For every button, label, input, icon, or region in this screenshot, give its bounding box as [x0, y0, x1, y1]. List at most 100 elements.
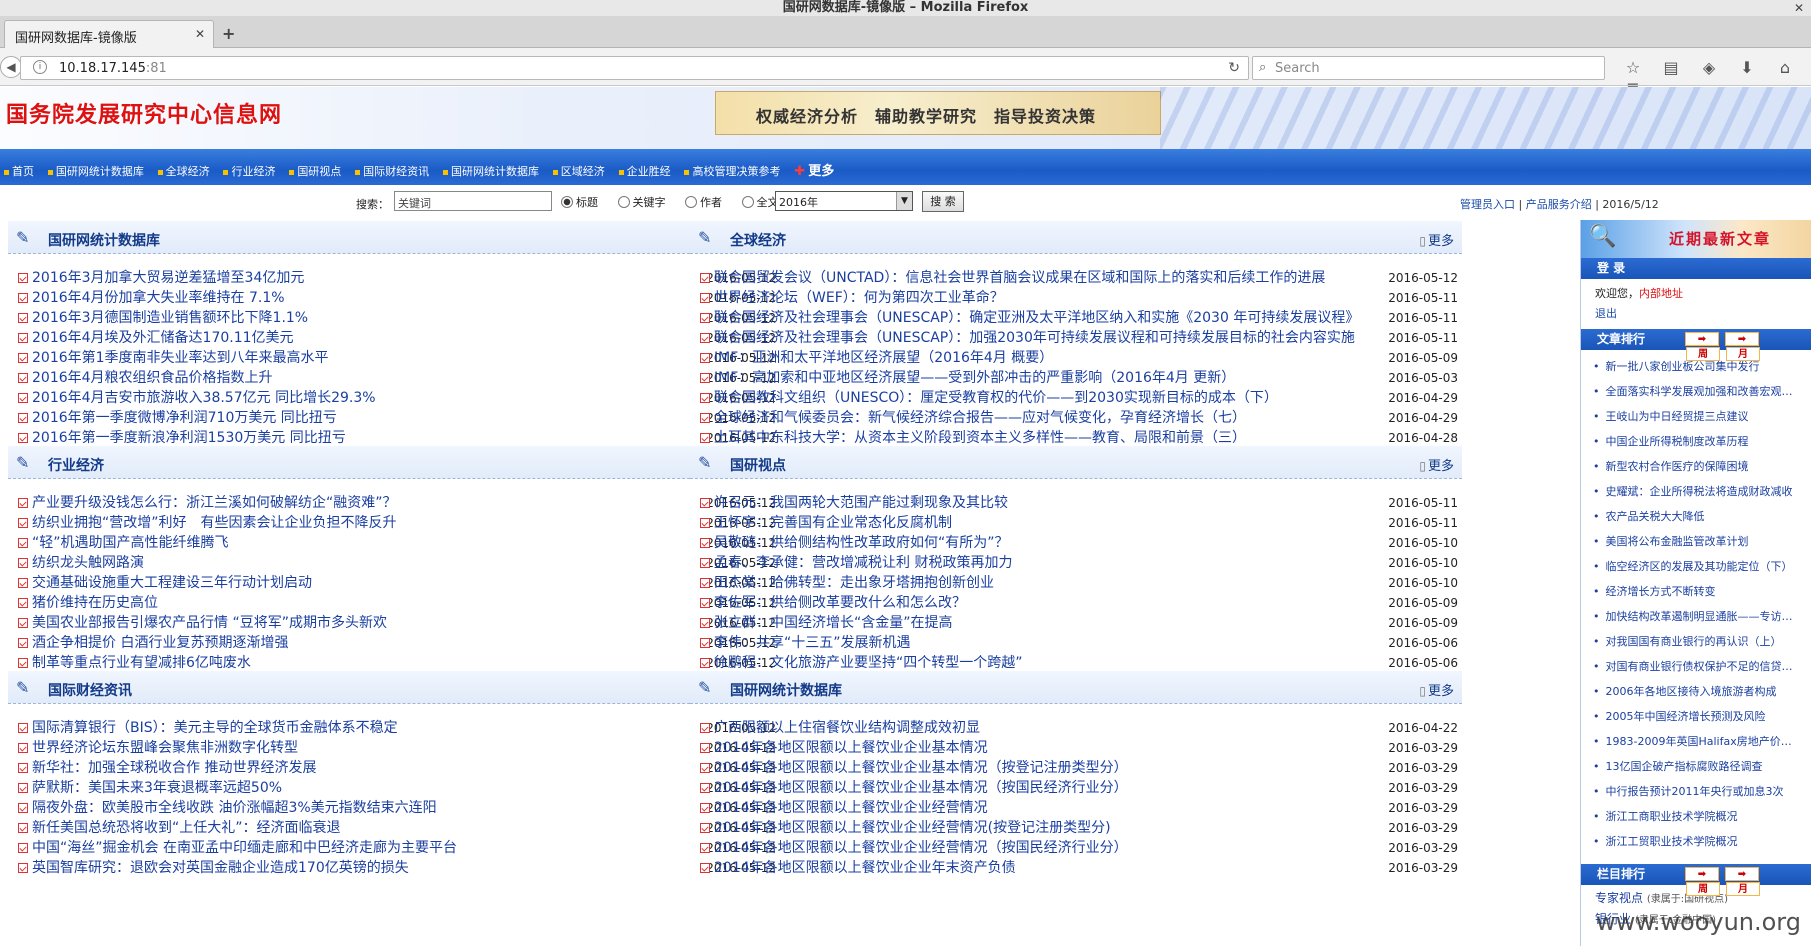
news-item[interactable]: 国际清算银行（BIS）：美元主导的全球货币金融体系不稳定 2016-05-12	[8, 718, 780, 738]
panel-more-link[interactable]: ▯更多	[1419, 230, 1454, 249]
news-title[interactable]: 2014年各地区限额以上餐饮业企业经营情况（按国民经济行业分）	[714, 838, 1128, 858]
news-title[interactable]: 2016年第一季度微博净利润710万美元 同比扭亏	[32, 408, 337, 428]
rank-article-link[interactable]: 对我国国有商业银行的再认识（上）	[1581, 629, 1799, 654]
news-item[interactable]: 2016年3月德国制造业销售额环比下降1.1% 2016-05-12	[8, 308, 780, 328]
news-item[interactable]: 2014年各地区限额以上餐饮业企业基本情况（按登记注册类型分） 2016-03-2…	[690, 758, 1462, 778]
panel-title[interactable]: 国际财经资讯	[48, 680, 132, 700]
product-link[interactable]: 产品服务介绍	[1526, 198, 1592, 211]
site-logo[interactable]: 国务院发展研究中心信息网	[6, 97, 282, 129]
menu-item-industry[interactable]: 行业经济	[223, 163, 275, 179]
news-item[interactable]: 2016年第1季度南非失业率达到八年来最高水平 2016-05-12	[8, 348, 780, 368]
rank-article-link[interactable]: 中行报告预计2011年央行或加息3次	[1581, 779, 1799, 804]
news-title[interactable]: 土耳其中东科技大学：从资本主义阶段到资本主义多样性——教育、局限和前景（三）	[714, 428, 1246, 448]
news-title[interactable]: 产业要升级没钱怎么行：浙江兰溪如何破解纺企“融资难”？	[32, 493, 397, 513]
radio-author[interactable]: 作者	[685, 196, 730, 209]
rank-article-link[interactable]: 经济增长方式不断转变	[1581, 579, 1799, 604]
rank-article-link[interactable]: 美国将公布金融监管改革计划	[1581, 529, 1799, 554]
news-item[interactable]: 酒企争相提价 白酒行业复苏预期逐渐增强 2016-05-12	[8, 633, 780, 653]
news-title[interactable]: 张立群：中国经济增长“含金量”在提高	[714, 613, 953, 633]
browser-tab[interactable]: 国研网数据库-镜像版 ✕	[4, 20, 214, 48]
news-title[interactable]: 王怀宇：完善国有企业常态化反腐机制	[714, 513, 952, 533]
window-close-icon[interactable]: ✕	[1791, 0, 1807, 16]
news-item[interactable]: 英国智库研究：退欧会对英国金融企业造成170亿英镑的损失 2016-05-12	[8, 858, 780, 878]
news-title[interactable]: 2016年3月德国制造业销售额环比下降1.1%	[32, 308, 308, 328]
news-item[interactable]: 联合国教科文组织（UNESCO）：厘定受教育权的代价——到2030实现新目标的成…	[690, 388, 1462, 408]
news-item[interactable]: 2014年各地区限额以上餐饮业企业经营情况（按国民经济行业分） 2016-03-2…	[690, 838, 1462, 858]
rank-article-link[interactable]: 13亿国企破产指标腐败路径调查	[1581, 754, 1799, 779]
news-title[interactable]: 纺织龙头触网路演	[32, 553, 144, 573]
rank-article-link[interactable]: 加快结构改革遏制明显通胀——专访张晓晶	[1581, 604, 1800, 629]
news-item[interactable]: 2014年各地区限额以上餐饮业企业年末资产负债 2016-03-29	[690, 858, 1462, 878]
news-item[interactable]: 2014年各地区限额以上餐饮业企业基本情况（按国民经济行业分） 2016-03-2…	[690, 778, 1462, 798]
news-title[interactable]: 2014年各地区限额以上餐饮业企业基本情况（按国民经济行业分）	[714, 778, 1128, 798]
news-item[interactable]: 纺织业拥抱“营改增”利好 有些因素会让企业负担不降反升 2016-05-12	[8, 513, 780, 533]
news-item[interactable]: 中国“海丝”掘金机会 在南亚孟中印缅走廊和中巴经济走廊为主要平台 2016-05-…	[8, 838, 780, 858]
week-button[interactable]: ➡周	[1685, 332, 1720, 361]
news-item[interactable]: 2016年3月加拿大贸易逆差猛增至34亿加元 2016-05-12	[8, 268, 780, 288]
news-item[interactable]: 2014年各地区限额以上餐饮业企业基本情况 2016-03-29	[690, 738, 1462, 758]
news-title[interactable]: 世界经济论坛（WEF）：何为第四次工业革命？	[714, 288, 1004, 308]
news-title[interactable]: 2016年第一季度新浪净利润1530万美元 同比扭亏	[32, 428, 346, 448]
news-item[interactable]: 制革等重点行业有望减排6亿吨废水 2016-05-12	[8, 653, 780, 673]
news-item[interactable]: 孟春、李承健：营改增减税让利 财税政策再加力 2016-05-10	[690, 553, 1462, 573]
menu-item-stats-db-2[interactable]: 国研网统计数据库	[442, 163, 539, 179]
news-item[interactable]: “轻”机遇助国产高性能纤维腾飞 2016-05-12	[8, 533, 780, 553]
rank-article-link[interactable]: 对国有商业银行债权保护不足的信贷问题	[1581, 654, 1800, 679]
panel-title[interactable]: 全球经济	[730, 230, 786, 250]
news-title[interactable]: 国际清算银行（BIS）：美元主导的全球货币金融体系不稳定	[32, 718, 398, 738]
menu-item-university[interactable]: 高校管理决策参考	[684, 163, 780, 179]
news-title[interactable]: 联合国教科文组织（UNESCO）：厘定受教育权的代价——到2030实现新目标的成…	[714, 388, 1278, 408]
news-title[interactable]: 萨默斯：美国未来3年衰退概率远超50%	[32, 778, 282, 798]
tab-close-icon[interactable]: ✕	[195, 27, 205, 41]
news-title[interactable]: 纺织业拥抱“营改增”利好 有些因素会让企业负担不降反升	[32, 513, 397, 533]
news-title[interactable]: 孟春、李承健：营改增减税让利 财税政策再加力	[714, 553, 1012, 573]
keyword-input[interactable]: 关键词	[394, 191, 552, 211]
rank-article-link[interactable]: 史耀斌：企业所得税法将造成财政减收	[1581, 479, 1799, 504]
logout-link[interactable]: 退出	[1595, 305, 1811, 321]
rank-article-link[interactable]: 新型农村合作医疗的保障困境	[1581, 454, 1799, 479]
news-title[interactable]: 2016年4月吉安市旅游收入38.57亿元 同比增长29.3%	[32, 388, 376, 408]
home-icon[interactable]: ⌂	[1766, 58, 1804, 77]
news-title[interactable]: “轻”机遇助国产高性能纤维腾飞	[32, 533, 229, 553]
rank-article-link[interactable]: 临空经济区的发展及其功能定位（下）	[1581, 554, 1799, 579]
news-title[interactable]: 广西限额以上住宿餐饮业结构调整成效初显	[714, 718, 980, 738]
rank-article-link[interactable]: 浙江工贸职业技术学院概况	[1581, 829, 1799, 854]
news-title[interactable]: 世界经济论坛东盟峰会聚焦非洲数字化转型	[32, 738, 298, 758]
news-title[interactable]: 酒企争相提价 白酒行业复苏预期逐渐增强	[32, 633, 288, 653]
news-item[interactable]: 交通基础设施重大工程建设三年行动计划启动 2016-05-12	[8, 573, 780, 593]
news-item[interactable]: 美国农业部报告引爆农产品行情 “豆将军”成期市多头新欢 2016-05-12	[8, 613, 780, 633]
news-item[interactable]: 土耳其中东科技大学：从资本主义阶段到资本主义多样性——教育、局限和前景（三） 20…	[690, 428, 1462, 448]
menu-item-enterprise[interactable]: 企业胜经	[618, 163, 671, 179]
panel-more-link[interactable]: ▯更多	[1419, 680, 1454, 699]
news-item[interactable]: 联合国经济及社会理事会（UNESCAP）：加强2030年可持续发展议程和可持续发…	[690, 328, 1462, 348]
new-tab-icon[interactable]: +	[222, 24, 235, 43]
menu-item-stats-db[interactable]: 国研网统计数据库	[47, 163, 144, 179]
news-title[interactable]: 新任美国总统恐将收到“上任大礼”：经济面临衰退	[32, 818, 341, 838]
news-title[interactable]: 吴敬琏：供给侧结构性改革政府如何“有所为”？	[714, 533, 1009, 553]
url-bar[interactable]: i 10.18.17.145:81 ↻	[20, 56, 1249, 80]
year-select[interactable]: 2016年 ▼	[775, 191, 913, 211]
news-item[interactable]: 联合国经济及社会理事会（UNESCAP）：确定亚洲及太平洋地区纳入和实施《203…	[690, 308, 1462, 328]
news-title[interactable]: 联合国经济及社会理事会（UNESCAP）：加强2030年可持续发展议程和可持续发…	[714, 328, 1355, 348]
news-title[interactable]: 全球经济和气候委员会：新气候经济综合报告——应对气候变化，孕育经济增长（七）	[714, 408, 1246, 428]
news-item[interactable]: 田杰棠：哈佛转型：走出象牙塔拥抱创新创业 2016-05-10	[690, 573, 1462, 593]
news-title[interactable]: 联合国贸发会议（UNCTAD）：信息社会世界首脑会议成果在区域和国际上的落实和后…	[714, 268, 1325, 288]
news-item[interactable]: 2016年第一季度新浪净利润1530万美元 同比扭亏 2016-05-12	[8, 428, 780, 448]
news-item[interactable]: 新任美国总统恐将收到“上任大礼”：经济面临衰退 2016-05-12	[8, 818, 780, 838]
radio-title[interactable]: 标题	[561, 196, 606, 209]
news-title[interactable]: 英国智库研究：退欧会对英国金融企业造成170亿英镑的损失	[32, 858, 409, 878]
news-item[interactable]: 徐鹏程：文化旅游产业要坚持“四个转型一个跨越” 2016-05-06	[690, 653, 1462, 673]
news-title[interactable]: IMF：亚洲和太平洋地区经济展望（2016年4月 概要）	[714, 348, 1053, 368]
news-item[interactable]: 萨默斯：美国未来3年衰退概率远超50% 2016-05-12	[8, 778, 780, 798]
news-title[interactable]: 交通基础设施重大工程建设三年行动计划启动	[32, 573, 312, 593]
pocket-icon[interactable]: ◈	[1690, 58, 1728, 77]
news-title[interactable]: 2016年第1季度南非失业率达到八年来最高水平	[32, 348, 329, 368]
news-title[interactable]: 联合国经济及社会理事会（UNESCAP）：确定亚洲及太平洋地区纳入和实施《203…	[714, 308, 1359, 328]
news-title[interactable]: 中国“海丝”掘金机会 在南亚孟中印缅走廊和中巴经济走廊为主要平台	[32, 838, 457, 858]
panel-title[interactable]: 国研网统计数据库	[48, 230, 160, 250]
news-title[interactable]: 2016年4月埃及外汇储备达170.11亿美元	[32, 328, 294, 348]
menu-more-button[interactable]: ✚ 更多	[794, 160, 834, 179]
back-arrow-icon[interactable]: ◀	[0, 56, 22, 78]
news-item[interactable]: 世界经济论坛东盟峰会聚焦非洲数字化转型 2016-05-12	[8, 738, 780, 758]
news-item[interactable]: 张立群：中国经济增长“含金量”在提高 2016-05-09	[690, 613, 1462, 633]
